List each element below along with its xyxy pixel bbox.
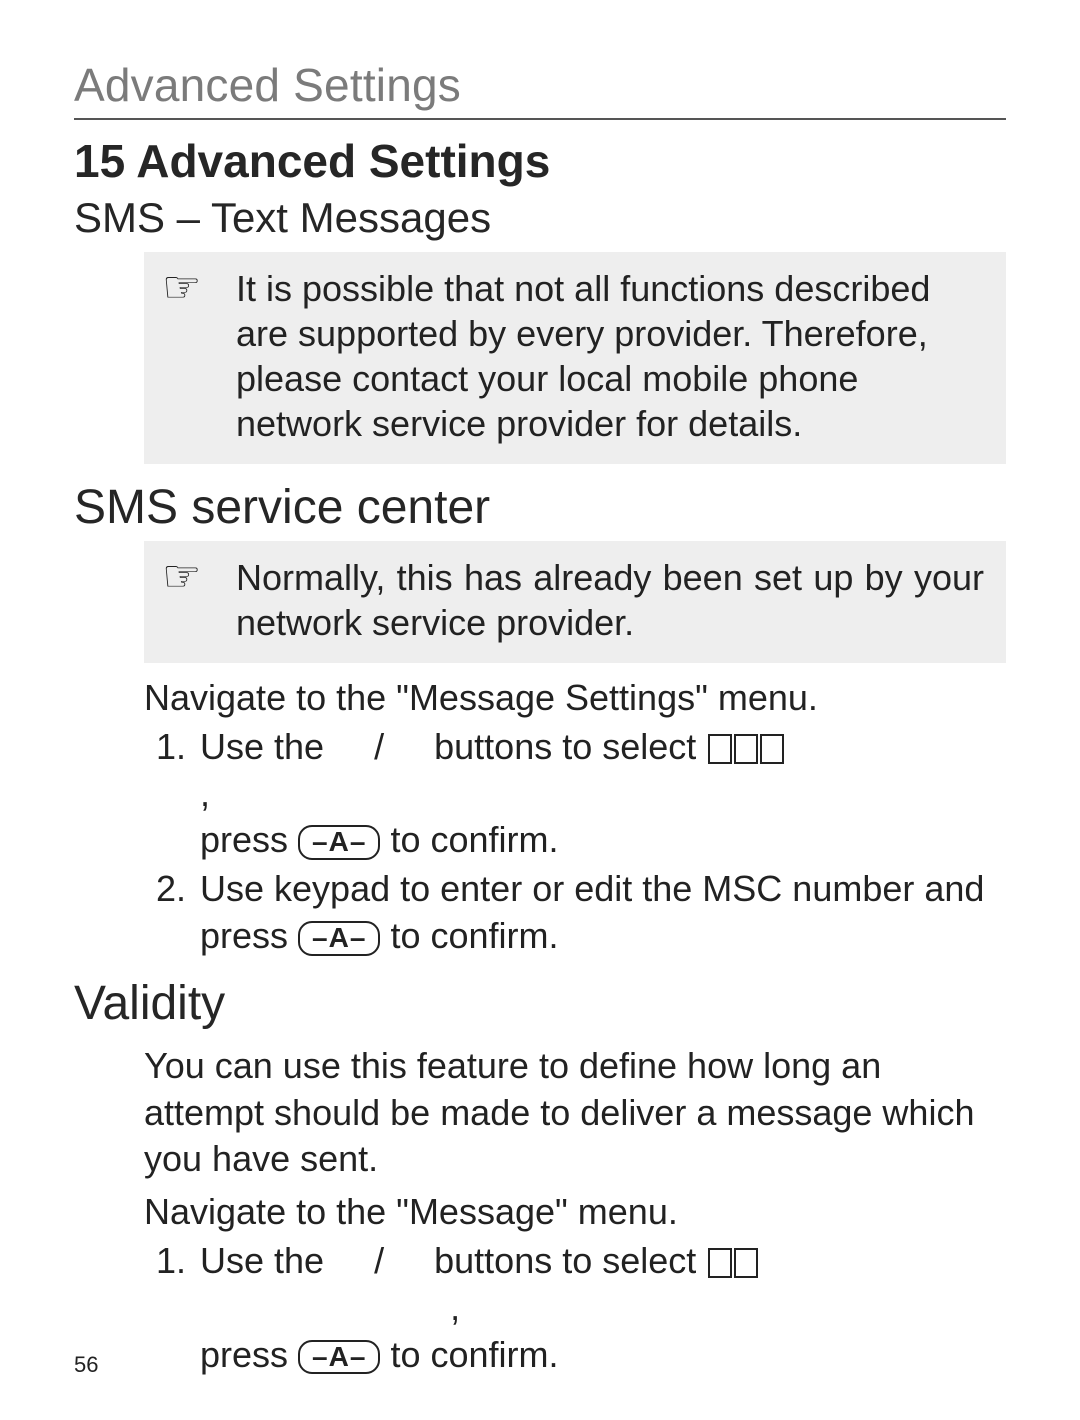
step-fragment: to conﬁrm. <box>390 1334 558 1375</box>
step-fragment: / <box>374 726 384 767</box>
placeholder-box <box>708 1248 732 1278</box>
placeholder-box <box>734 734 758 764</box>
step-fragment: to conﬁrm. <box>390 819 558 860</box>
chapter-title: 15 Advanced Settings <box>74 134 1006 188</box>
key-a-icon: –A– <box>298 825 380 860</box>
section-sms: SMS – Text Messages <box>74 194 1006 242</box>
note-preset: ☞ Normally, this has already been set up… <box>144 541 1006 663</box>
service-center-steps: Use the / buttons to select , press –A– … <box>144 724 1006 960</box>
list-item: Use keypad to enter or edit the MSC numb… <box>196 866 1006 960</box>
key-a-icon: –A– <box>298 921 380 956</box>
step-fragment: / <box>374 1240 384 1281</box>
key-a-icon: –A– <box>298 1340 380 1375</box>
step-fragment: Use the <box>200 1240 324 1281</box>
step-fragment: , <box>200 773 210 814</box>
validity-intro: You can use this feature to deﬁne how lo… <box>144 1043 1006 1183</box>
placeholder-box <box>708 734 732 764</box>
section-validity: Validity <box>74 976 1006 1031</box>
list-item: Use the / buttons to select , press –A– … <box>196 724 1006 864</box>
step-fragment: buttons to select <box>434 1240 696 1281</box>
validity-body: You can use this feature to deﬁne how lo… <box>144 1043 1006 1379</box>
step-fragment: Use the <box>200 726 324 767</box>
step-fragment: , <box>450 1287 460 1328</box>
instruction-intro: Navigate to the "Message" menu. <box>144 1189 1006 1236</box>
service-center-body: Navigate to the "Message Settings" menu.… <box>144 675 1006 960</box>
note-text: Normally, this has already been set up b… <box>236 555 984 645</box>
header-rule <box>74 118 1006 120</box>
step-fragment: press <box>200 1334 288 1375</box>
step-fragment: to conﬁrm. <box>390 915 558 956</box>
hand-point-icon: ☞ <box>162 555 212 599</box>
step-fragment: press <box>200 819 288 860</box>
hand-point-icon: ☞ <box>162 266 212 310</box>
note-provider: ☞ It is possible that not all functions … <box>144 252 1006 464</box>
manual-page: Advanced Settings 15 Advanced Settings S… <box>0 0 1080 1420</box>
page-number: 56 <box>74 1352 98 1378</box>
validity-steps: Use the / buttons to select , press –A– … <box>144 1238 1006 1378</box>
step-fragment: buttons to select <box>434 726 696 767</box>
placeholder-box <box>760 734 784 764</box>
running-head: Advanced Settings <box>74 58 1006 112</box>
list-item: Use the / buttons to select , press –A– … <box>196 1238 1006 1378</box>
instruction-intro: Navigate to the "Message Settings" menu. <box>144 675 1006 722</box>
note-text: It is possible that not all functions de… <box>236 266 984 446</box>
section-service-center: SMS service center <box>74 480 1006 535</box>
placeholder-box <box>734 1248 758 1278</box>
